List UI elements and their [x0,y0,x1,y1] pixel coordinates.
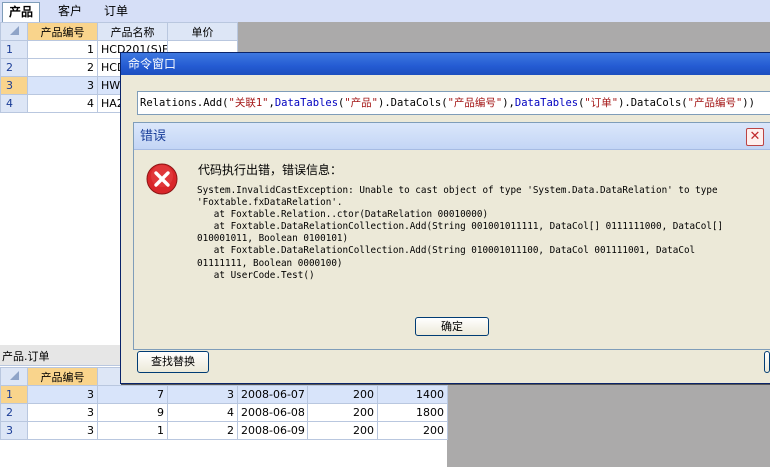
column-header-unit-price[interactable]: 单价 [167,22,238,41]
row-header[interactable]: 3 [0,76,28,95]
tab-products[interactable]: 产品 [2,2,41,22]
select-all-corner[interactable] [0,367,28,386]
error-dialog-title-bar[interactable]: 错误 [134,123,770,150]
error-detail-text: System.InvalidCastException: Unable to c… [197,185,769,282]
cell[interactable]: 1400 [377,385,448,404]
cell[interactable]: 1800 [377,403,448,422]
cell-date[interactable]: 2008-06-07 [237,385,308,404]
ok-button[interactable]: 确定 [415,317,489,336]
code-string: "产品编号" [687,97,743,109]
cell[interactable]: 9 [97,403,168,422]
cell[interactable]: 200 [307,421,378,440]
error-detail-line: 'Foxtable.fxDataRelation'. [197,197,343,209]
cell[interactable]: 200 [377,421,448,440]
cell[interactable]: 1 [97,421,168,440]
cell-product-id[interactable]: 2 [27,58,98,77]
error-heading: 代码执行出错，错误信息： [198,163,343,177]
cell[interactable]: 7 [97,385,168,404]
code-token: ).DataCols( [378,97,448,109]
code-keyword: DataTables [274,97,339,109]
error-detail-line: at Foxtable.DataRelationCollection.Add(S… [197,221,724,233]
column-header-product-name[interactable]: 产品名称 [97,22,168,41]
find-replace-button[interactable]: 查找替换 [137,351,209,373]
cell-product-id[interactable]: 3 [27,76,98,95]
subtable-caption-bar: 产品.订单 [0,345,120,366]
code-string: "订单" [584,97,619,109]
cell[interactable]: 3 [27,403,98,422]
row-header[interactable]: 1 [0,40,28,59]
code-token: ), [502,97,515,109]
row-header[interactable]: 4 [0,94,28,113]
error-detail-line: at Foxtable.DataRelationCollection.Add(S… [197,245,696,257]
error-detail-line: at UserCode.Test() [197,269,315,281]
cell[interactable]: 3 [27,421,98,440]
cell-date[interactable]: 2008-06-09 [237,421,308,440]
error-icon [146,163,178,195]
code-keyword: DataTables [514,97,579,109]
products-header-row: 产品编号 产品名称 单价 [0,22,238,41]
code-token: ).DataCols( [618,97,688,109]
code-string: "产品" [344,97,379,109]
cell[interactable]: 4 [167,403,238,422]
cell[interactable]: 2 [167,421,238,440]
cell-product-id[interactable]: 4 [27,94,98,113]
run-button-edge[interactable] [764,351,770,373]
close-icon[interactable]: ✕ [746,128,764,146]
error-detail-line: System.InvalidCastException: Unable to c… [197,185,718,196]
error-detail-line: 01111111, Boolean 0000100) [197,257,343,269]
cell[interactable]: 200 [307,385,378,404]
tab-orders[interactable]: 订单 [98,2,134,21]
table-row[interactable]: 2 3 9 4 2008-06-08 200 1800 [0,403,448,422]
cell[interactable]: 3 [27,385,98,404]
error-dialog-title: 错误 [140,129,167,144]
subtable-caption: 产品.订单 [2,350,50,363]
error-detail-line: at Foxtable.Relation..ctor(DataRelation … [197,209,489,221]
command-window-title: 命令窗口 [128,57,177,71]
tab-customers[interactable]: 客户 [52,2,88,21]
column-header-product-id[interactable]: 产品编号 [27,367,98,386]
row-header[interactable]: 2 [0,403,28,422]
code-string: "产品编号" [447,97,503,109]
code-editor[interactable]: Relations.Add("关联1",DataTables("产品").Dat… [137,91,770,115]
cell-product-id[interactable]: 1 [27,40,98,59]
column-header-product-id[interactable]: 产品编号 [27,22,98,41]
cell-date[interactable]: 2008-06-08 [237,403,308,422]
table-tab-bar: 产品 客户 订单 [0,0,770,23]
command-window-title-bar[interactable]: 命令窗口 [121,53,770,75]
error-detail-line: 010001011, Boolean 0100101) [197,233,349,245]
code-string: "关联1" [228,97,269,109]
row-header[interactable]: 1 [0,385,28,404]
row-header[interactable]: 3 [0,421,28,440]
cell[interactable]: 200 [307,403,378,422]
row-header[interactable]: 2 [0,58,28,77]
table-row[interactable]: 1 3 7 3 2008-06-07 200 1400 [0,385,448,404]
select-all-corner[interactable] [0,22,28,41]
code-token: )) [742,97,755,109]
table-row[interactable]: 3 3 1 2 2008-06-09 200 200 [0,421,448,440]
error-dialog: 错误 ✕ 代码执行出错，错误信息： System.InvalidCastExce… [133,122,770,350]
code-token: Relations.Add( [140,97,229,109]
cell[interactable]: 3 [167,385,238,404]
